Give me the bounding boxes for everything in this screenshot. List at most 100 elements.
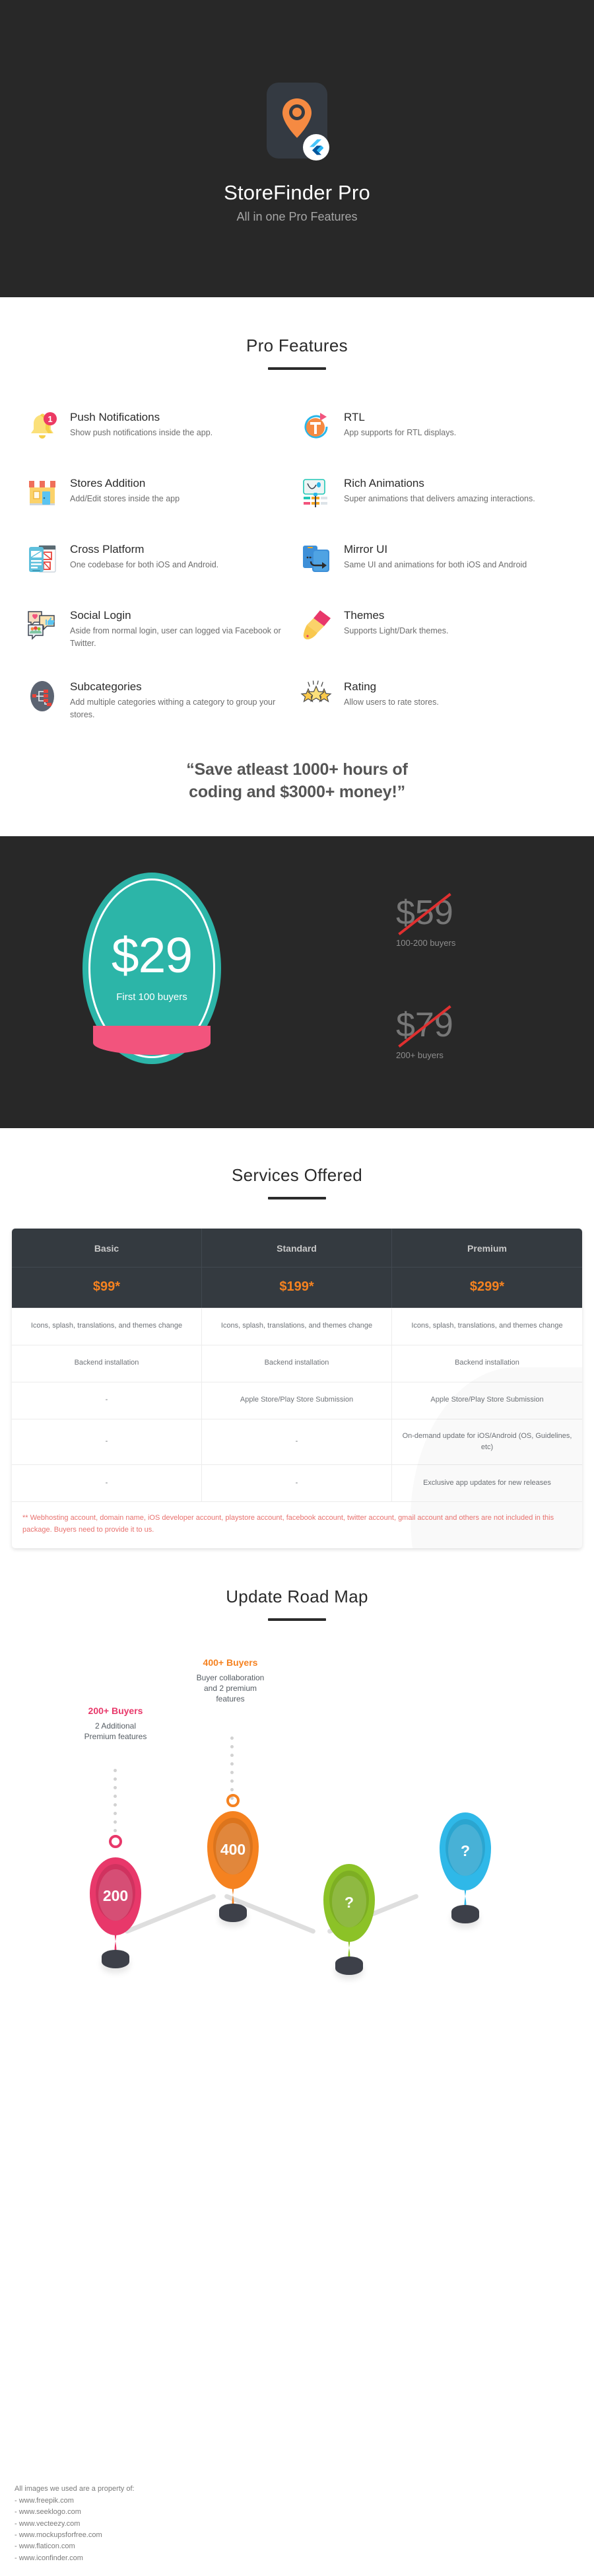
ring-marker-400 bbox=[226, 1793, 240, 1807]
cross-platform-devices-icon bbox=[24, 542, 61, 579]
table-cell: Icons, splash, translations, and themes … bbox=[12, 1307, 202, 1345]
heading-divider bbox=[268, 1618, 326, 1621]
balloon-label: ? bbox=[460, 1842, 471, 1860]
balloon-200: 200 bbox=[90, 1857, 141, 1968]
feature-rtl: RTL App supports for RTL displays. bbox=[298, 410, 572, 447]
feature-text: Rich Animations Super animations that de… bbox=[344, 476, 535, 505]
feature-text: Mirror UI Same UI and animations for bot… bbox=[344, 542, 527, 571]
feature-desc: Supports Light/Dark themes. bbox=[344, 626, 449, 636]
map-pin-icon bbox=[282, 98, 312, 138]
app-icon bbox=[267, 83, 329, 161]
table-cell: Exclusive app updates for new releases bbox=[392, 1464, 582, 1501]
tier-price-1: $59 100-200 buyers bbox=[396, 892, 456, 948]
feature-mirror-ui: Mirror UI Same UI and animations for bot… bbox=[298, 542, 572, 579]
price-ribbon bbox=[93, 1025, 211, 1055]
features-grid: 1 Push Notifications Show push notificat… bbox=[0, 410, 594, 721]
svg-text:1: 1 bbox=[48, 414, 52, 424]
feature-title: RTL bbox=[344, 411, 365, 423]
table-cell: Backend installation bbox=[12, 1344, 202, 1382]
services-table: Basic Standard Premium $99* $199* $299* … bbox=[12, 1228, 582, 1548]
subcategory-tree-icon bbox=[24, 679, 61, 716]
pro-features-heading: Pro Features bbox=[246, 336, 348, 355]
column-header-basic: Basic bbox=[12, 1228, 202, 1267]
feature-rating: Rating Allow users to rate stores. bbox=[298, 679, 572, 721]
feature-cross-platform: Cross Platform One codebase for both iOS… bbox=[24, 542, 298, 579]
balloon-green-unknown: ? bbox=[323, 1863, 375, 1975]
feature-title: Rich Animations bbox=[344, 477, 424, 489]
feature-desc: Allow users to rate stores. bbox=[344, 698, 439, 707]
feature-stores-addition: Stores Addition Add/Edit stores inside t… bbox=[24, 476, 298, 513]
highlight-quote: “Save atleast 1000+ hours of coding and … bbox=[0, 758, 594, 804]
feature-text: Stores Addition Add/Edit stores inside t… bbox=[70, 476, 180, 505]
quote-line-1: “Save atleast 1000+ hours of bbox=[186, 760, 408, 779]
price-standard: $199* bbox=[202, 1266, 392, 1308]
bell-notification-icon: 1 bbox=[24, 410, 61, 447]
quote-line-2: coding and $3000+ money!” bbox=[189, 783, 405, 801]
balloon-body: 400 bbox=[207, 1810, 259, 1889]
footer-attribution: All images we used are a property of: - … bbox=[15, 2484, 135, 2564]
table-cell: Backend installation bbox=[202, 1344, 392, 1382]
table-cell: Apple Store/Play Store Submission bbox=[392, 1381, 582, 1419]
feature-themes: Themes Supports Light/Dark themes. bbox=[298, 608, 572, 650]
table-cell: - bbox=[12, 1464, 202, 1501]
table-cell: - bbox=[202, 1464, 392, 1501]
feature-desc: One codebase for both iOS and Android. bbox=[70, 560, 219, 570]
feature-title: Stores Addition bbox=[70, 477, 146, 489]
tier-price-2-label: 200+ buyers bbox=[396, 1050, 444, 1060]
feature-desc: Super animations that delivers amazing i… bbox=[344, 494, 535, 504]
feature-desc: App supports for RTL displays. bbox=[344, 428, 457, 438]
feature-desc: Same UI and animations for both iOS and … bbox=[344, 560, 527, 570]
mirror-phones-icon bbox=[298, 542, 335, 579]
footer-link: - www.freepik.com bbox=[15, 2496, 74, 2505]
table-cell: Icons, splash, translations, and themes … bbox=[392, 1307, 582, 1345]
current-price: $29 bbox=[111, 927, 193, 983]
milestone-body: 2 Additional Premium features bbox=[84, 1721, 147, 1742]
feature-subcategories: Subcategories Add multiple categories wi… bbox=[24, 679, 298, 721]
animation-curve-icon bbox=[298, 476, 335, 513]
balloon-label: ? bbox=[344, 1894, 354, 1912]
current-price-caption: First 100 buyers bbox=[116, 991, 187, 1003]
footer-intro: All images we used are a property of: bbox=[15, 2485, 135, 2493]
milestone-header: 400+ Buyers bbox=[203, 1657, 258, 1668]
feature-text: Themes Supports Light/Dark themes. bbox=[344, 608, 448, 637]
balloon-label: 400 bbox=[220, 1841, 246, 1859]
feature-title: Themes bbox=[344, 609, 385, 622]
paint-brush-icon bbox=[298, 608, 335, 645]
feature-title: Push Notifications bbox=[70, 411, 160, 423]
roadmap-section: Update Road Map 200+ Buyers 2 Additional… bbox=[0, 1548, 594, 1975]
feature-desc: Add/Edit stores inside the app bbox=[70, 494, 180, 504]
services-section: Services Offered Basic Standard Premium … bbox=[0, 1128, 594, 1548]
table-cell: - bbox=[12, 1418, 202, 1464]
feature-social-login: Social Login Aside from normal login, us… bbox=[24, 608, 298, 650]
feature-text: Rating Allow users to rate stores. bbox=[344, 679, 439, 709]
table-cell: Backend installation bbox=[392, 1344, 582, 1382]
table-row: - - On-demand update for iOS/Android (OS… bbox=[12, 1418, 582, 1464]
pro-features-section: Pro Features 1 Push Notifications Show p… bbox=[0, 297, 594, 721]
feature-title: Cross Platform bbox=[70, 543, 145, 555]
feature-desc: Add multiple categories withing a catego… bbox=[70, 698, 276, 719]
rtl-rotate-icon bbox=[298, 410, 335, 447]
balloon-body: 200 bbox=[90, 1857, 141, 1935]
price-premium: $299* bbox=[392, 1266, 582, 1308]
table-row: - - Exclusive app updates for new releas… bbox=[12, 1464, 582, 1501]
column-header-standard: Standard bbox=[202, 1228, 392, 1267]
footer-link: - www.iconfinder.com bbox=[15, 2554, 83, 2562]
footer-link: - www.vecteezy.com bbox=[15, 2519, 81, 2528]
balloon-body: ? bbox=[323, 1863, 375, 1942]
tier-price-1-label: 100-200 buyers bbox=[396, 937, 456, 948]
tier-price-2: $79 200+ buyers bbox=[396, 1005, 453, 1060]
heading-divider bbox=[268, 367, 326, 370]
table-row: Icons, splash, translations, and themes … bbox=[12, 1307, 582, 1345]
balloon-base bbox=[451, 1904, 479, 1923]
hero-header: StoreFinder Pro All in one Pro Features bbox=[0, 0, 594, 297]
page-title: StoreFinder Pro bbox=[224, 181, 370, 204]
footer-link: - www.flaticon.com bbox=[15, 2542, 75, 2551]
feature-desc: Aside from normal login, user can logged… bbox=[70, 626, 281, 648]
table-price-row: $99* $199* $299* bbox=[12, 1266, 582, 1308]
table-footnote: ** Webhosting account, domain name, iOS … bbox=[12, 1501, 582, 1548]
feature-text: Subcategories Add multiple categories wi… bbox=[70, 679, 284, 721]
footer-link: - www.mockupsforfree.com bbox=[15, 2530, 102, 2539]
leader-dots-200 bbox=[114, 1768, 117, 1838]
roadmap-diagram: 200+ Buyers 2 Additional Premium features… bbox=[0, 1647, 594, 1975]
page-subtitle: All in one Pro Features bbox=[236, 210, 358, 223]
